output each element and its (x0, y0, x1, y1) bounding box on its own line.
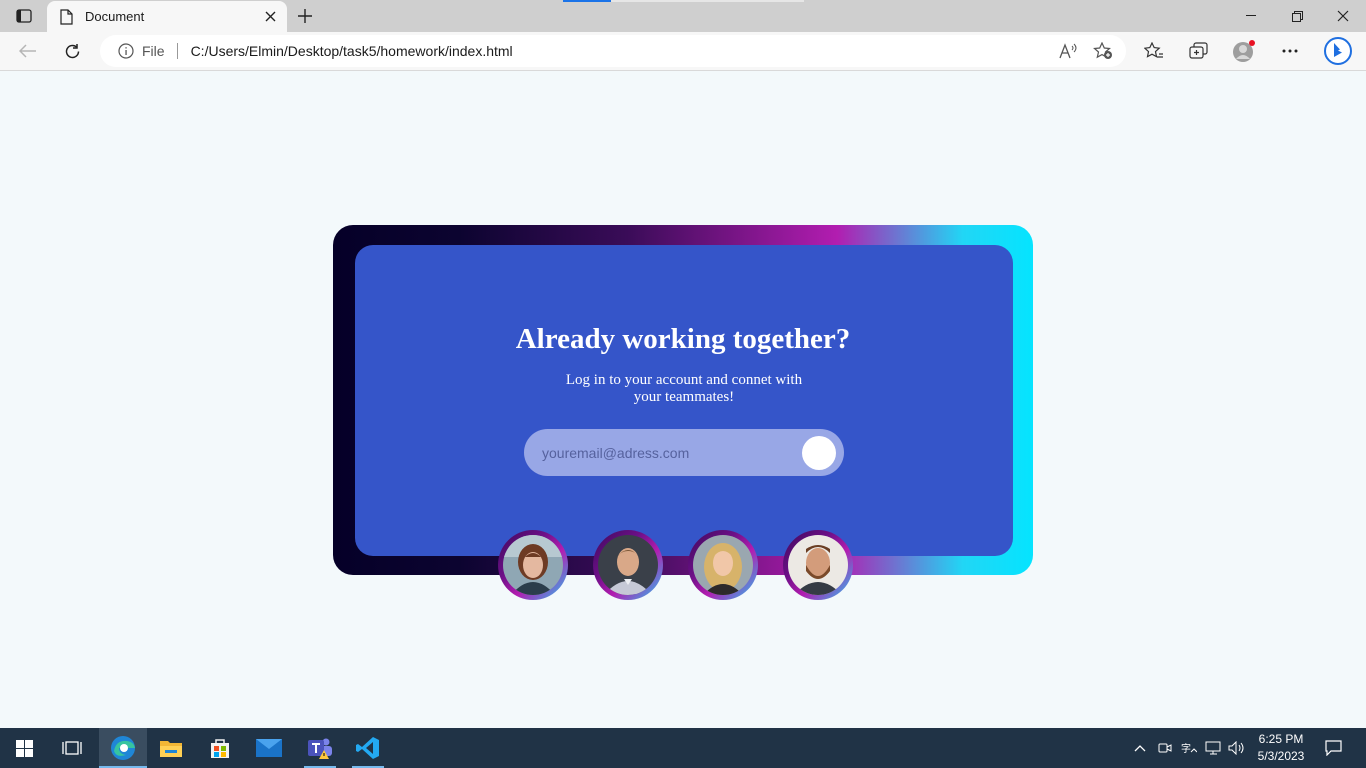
address-url[interactable]: C:/Users/Elmin/Desktop/task5/homework/in… (191, 43, 513, 59)
settings-more-button[interactable] (1275, 37, 1305, 65)
tray-meet-now[interactable] (1155, 728, 1175, 768)
document-icon (60, 8, 74, 25)
close-icon (265, 11, 275, 22)
teammate-avatar (498, 530, 568, 600)
minimize-icon (1246, 15, 1256, 16)
tab-close-button[interactable] (258, 5, 282, 29)
task-view-icon (62, 741, 82, 755)
woman-portrait-photo (503, 535, 563, 595)
address-separator (176, 43, 178, 59)
address-scheme: File (142, 43, 165, 59)
favorites-icon (1144, 42, 1163, 58)
taskbar-teams[interactable] (296, 728, 344, 768)
read-aloud-button[interactable] (1055, 39, 1081, 63)
store-icon (211, 739, 229, 758)
read-aloud-icon (1059, 43, 1077, 59)
system-clock[interactable]: 6:25 PM 5/3/2023 (1250, 731, 1312, 765)
restore-icon (1291, 10, 1303, 22)
minimize-button[interactable] (1228, 0, 1274, 32)
email-input[interactable] (542, 429, 802, 476)
info-icon[interactable] (118, 43, 134, 59)
address-bar[interactable]: File C:/Users/Elmin/Desktop/task5/homewo… (100, 35, 1126, 67)
man-portrait-photo (598, 535, 658, 595)
clock-time: 6:25 PM (1258, 732, 1304, 746)
tray-language[interactable]: 字 (1178, 728, 1200, 768)
bing-chat-icon (1324, 37, 1352, 65)
teams-icon (308, 738, 332, 759)
taskbar-file-explorer[interactable] (147, 728, 195, 768)
restore-button[interactable] (1274, 0, 1320, 32)
svg-text:字: 字 (1181, 742, 1191, 755)
bearded-man-portrait-photo (788, 535, 848, 595)
network-icon (1205, 741, 1220, 755)
tray-network[interactable] (1202, 728, 1224, 768)
taskbar-vscode[interactable] (344, 728, 392, 768)
browser-tab[interactable]: Document (47, 1, 287, 32)
collections-icon (1188, 42, 1208, 59)
teammate-avatar (593, 530, 663, 600)
teammate-avatar (783, 530, 853, 600)
speaker-icon (1228, 741, 1244, 755)
taskbar-edge[interactable] (99, 728, 147, 768)
notifications-button[interactable] (1320, 728, 1346, 768)
taskbar-mail[interactable] (245, 728, 293, 768)
profile-button[interactable] (1229, 37, 1259, 65)
tab-actions-button[interactable] (10, 6, 38, 26)
browser-toolbar: File C:/Users/Elmin/Desktop/task5/homewo… (0, 32, 1366, 71)
page-subtitle: Log in to your account and connet with y… (565, 372, 803, 405)
show-hidden-icons-button[interactable] (1130, 728, 1150, 768)
chevron-up-icon (1134, 745, 1146, 752)
more-icon (1282, 49, 1298, 53)
taskbar-store[interactable] (196, 728, 244, 768)
windows-start-icon (15, 739, 33, 757)
start-button[interactable] (0, 728, 48, 768)
teammate-avatar (688, 530, 758, 600)
back-arrow-icon (19, 44, 36, 58)
camera-icon (1158, 743, 1172, 753)
refresh-icon (65, 43, 79, 58)
email-form (524, 429, 844, 476)
input-method-icon: 字 (1181, 742, 1197, 755)
file-explorer-icon (160, 741, 182, 757)
tab-title: Document (85, 9, 145, 24)
notification-icon (1324, 740, 1342, 756)
browser-tab-bar: Document (0, 0, 1366, 32)
mail-icon (256, 739, 282, 757)
refresh-button[interactable] (57, 37, 87, 65)
star-add-icon (1093, 42, 1112, 59)
windows-taskbar: 字 6:25 PM 5/3/2023 (0, 728, 1366, 768)
favorites-button[interactable] (1139, 37, 1169, 65)
back-button[interactable] (13, 37, 43, 65)
tab-actions-icon (16, 9, 32, 23)
bing-button[interactable] (1321, 35, 1355, 67)
profile-avatar-icon (1233, 40, 1255, 62)
task-view-button[interactable] (48, 728, 96, 768)
close-icon (1337, 10, 1349, 22)
collections-button[interactable] (1183, 37, 1213, 65)
page-title: Already working together? (515, 323, 851, 355)
new-tab-button[interactable] (293, 4, 317, 28)
vscode-icon (356, 737, 379, 759)
submit-button[interactable] (802, 436, 836, 470)
plus-icon (298, 9, 312, 23)
close-window-button[interactable] (1320, 0, 1366, 32)
edge-icon (111, 736, 135, 760)
loading-indicator-track (611, 0, 804, 2)
add-favorite-button[interactable] (1090, 39, 1116, 63)
woman-portrait-photo (693, 535, 753, 595)
tray-volume[interactable] (1226, 728, 1248, 768)
clock-date: 5/3/2023 (1257, 749, 1305, 763)
loading-indicator (563, 0, 611, 2)
